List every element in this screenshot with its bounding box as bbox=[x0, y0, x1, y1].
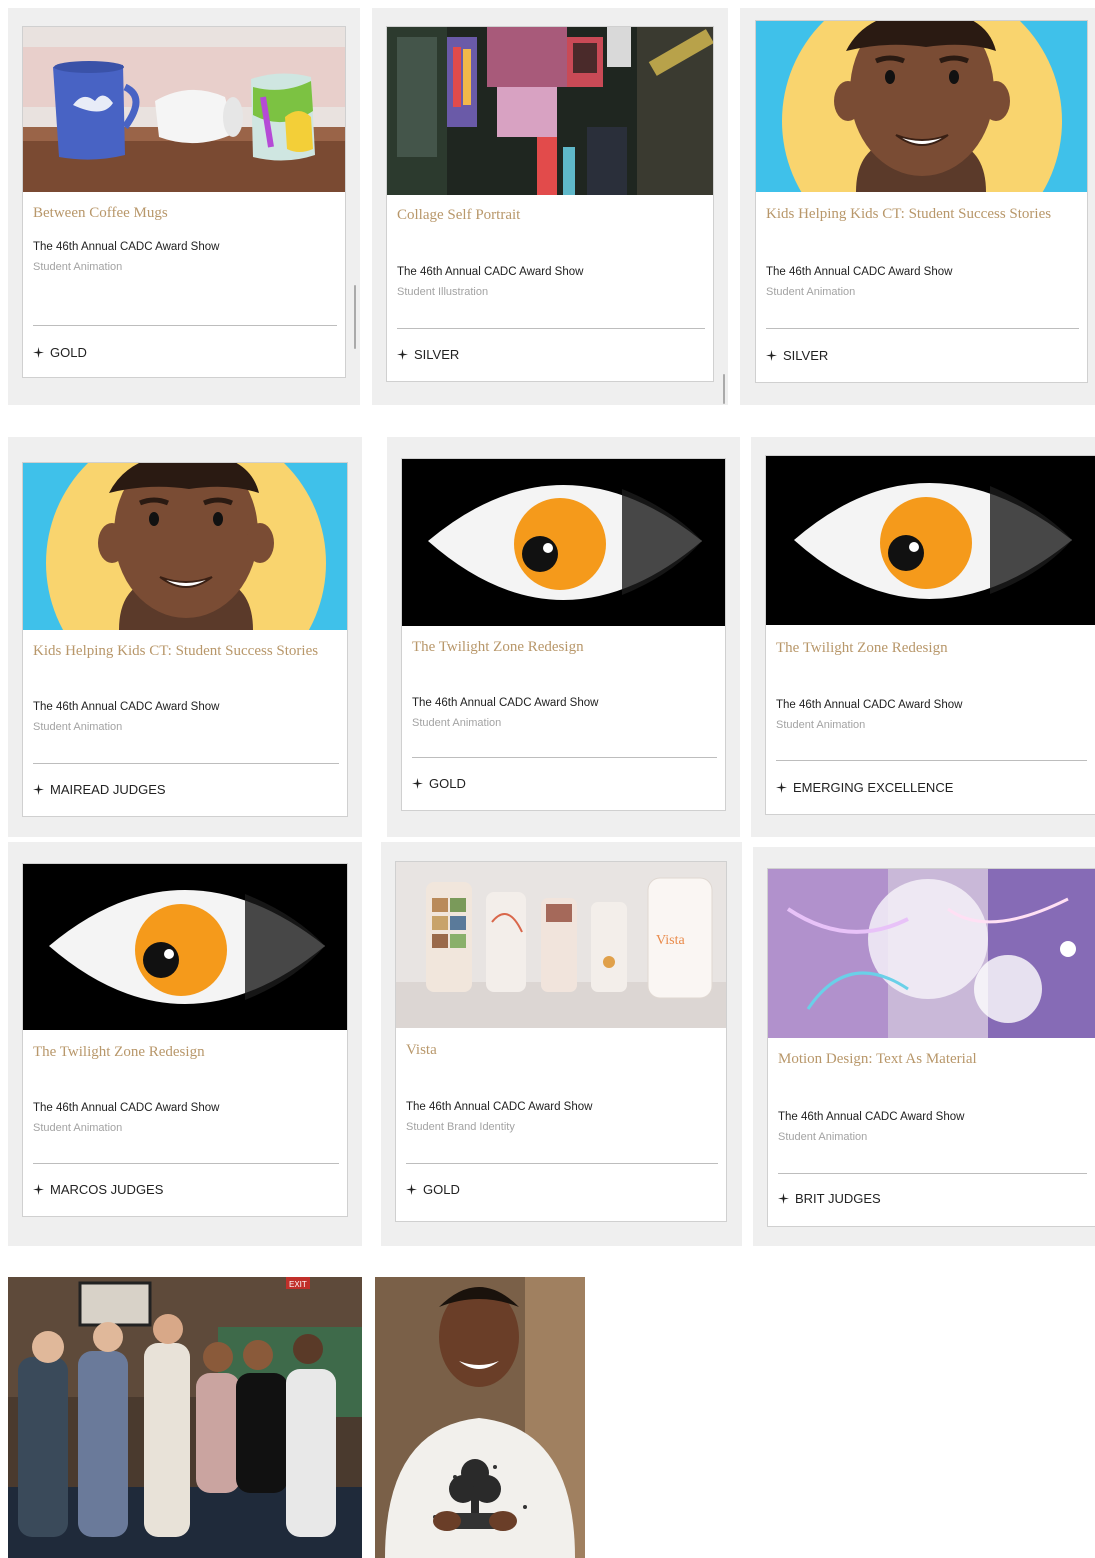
divider bbox=[33, 325, 337, 326]
thumbnail-kid[interactable] bbox=[756, 21, 1087, 192]
thumbnail-eye[interactable] bbox=[402, 459, 725, 626]
award-text: GOLD bbox=[429, 776, 466, 791]
award-text: GOLD bbox=[423, 1182, 460, 1197]
thumbnail-kid[interactable] bbox=[23, 463, 347, 630]
vista-logo-text: Vista bbox=[656, 933, 685, 948]
show-name: The 46th Annual CADC Award Show bbox=[766, 266, 953, 278]
show-name: The 46th Annual CADC Award Show bbox=[33, 241, 220, 253]
show-name: The 46th Annual CADC Award Show bbox=[412, 697, 599, 709]
award-label: MAIREAD JUDGES bbox=[33, 782, 166, 797]
award-text: BRIT JUDGES bbox=[795, 1191, 881, 1206]
exit-sign-text: EXIT bbox=[289, 1280, 307, 1289]
show-name: The 46th Annual CADC Award Show bbox=[776, 699, 963, 711]
show-name: The 46th Annual CADC Award Show bbox=[33, 1102, 220, 1114]
thumbnail-eye[interactable] bbox=[23, 864, 347, 1030]
thumbnail-mugs[interactable] bbox=[23, 27, 345, 192]
thumbnail-eye[interactable] bbox=[766, 456, 1095, 625]
sparkle-icon bbox=[778, 1193, 789, 1204]
divider bbox=[776, 760, 1087, 761]
award-card[interactable]: Between Coffee Mugs The 46th Annual CADC… bbox=[22, 26, 346, 378]
thumbnail-motion[interactable] bbox=[768, 869, 1095, 1038]
award-text: EMERGING EXCELLENCE bbox=[793, 780, 954, 795]
award-label: GOLD bbox=[412, 776, 466, 791]
card-title[interactable]: The Twilight Zone Redesign bbox=[33, 1044, 339, 1061]
award-label: BRIT JUDGES bbox=[778, 1191, 881, 1206]
category-label: Student Animation bbox=[776, 719, 866, 731]
award-text: SILVER bbox=[783, 348, 829, 363]
category-label: Student Animation bbox=[33, 1122, 123, 1134]
category-label: Student Brand Identity bbox=[406, 1121, 515, 1133]
divider bbox=[397, 328, 705, 329]
award-card[interactable]: The Twilight Zone Redesign The 46th Annu… bbox=[22, 863, 348, 1217]
show-name: The 46th Annual CADC Award Show bbox=[397, 266, 584, 278]
award-text: GOLD bbox=[50, 345, 87, 360]
card-title[interactable]: The Twilight Zone Redesign bbox=[776, 640, 1087, 657]
award-card[interactable]: The Twilight Zone Redesign The 46th Annu… bbox=[765, 455, 1095, 815]
sparkle-icon bbox=[776, 782, 787, 793]
award-label: MARCOS JUDGES bbox=[33, 1182, 163, 1197]
award-label: GOLD bbox=[406, 1182, 460, 1197]
divider bbox=[33, 763, 339, 764]
card-title[interactable]: Kids Helping Kids CT: Student Success St… bbox=[33, 643, 339, 660]
card-title[interactable]: Vista bbox=[406, 1042, 718, 1059]
group-photo: EXIT bbox=[8, 1277, 362, 1558]
single-photo bbox=[375, 1277, 585, 1558]
award-label: SILVER bbox=[397, 347, 459, 362]
sparkle-icon bbox=[766, 350, 777, 361]
award-text: MARCOS JUDGES bbox=[50, 1182, 164, 1197]
award-card[interactable]: Motion Design: Text As Material The 46th… bbox=[767, 868, 1095, 1227]
card-title[interactable]: Collage Self Portrait bbox=[397, 207, 705, 224]
divider bbox=[33, 1163, 339, 1164]
award-card[interactable]: Collage Self Portrait The 46th Annual CA… bbox=[386, 26, 714, 382]
category-label: Student Animation bbox=[766, 286, 856, 298]
scrollbar[interactable] bbox=[723, 374, 725, 404]
show-name: The 46th Annual CADC Award Show bbox=[33, 701, 220, 713]
category-label: Student Animation bbox=[33, 261, 123, 273]
scrollbar[interactable] bbox=[354, 285, 356, 349]
show-name: The 46th Annual CADC Award Show bbox=[778, 1111, 965, 1123]
award-label: EMERGING EXCELLENCE bbox=[776, 780, 953, 795]
divider bbox=[412, 757, 717, 758]
divider bbox=[406, 1163, 718, 1164]
card-title[interactable]: The Twilight Zone Redesign bbox=[412, 639, 717, 656]
thumbnail-vista[interactable]: Vista bbox=[396, 862, 726, 1028]
category-label: Student Animation bbox=[412, 717, 502, 729]
sparkle-icon bbox=[406, 1184, 417, 1195]
divider bbox=[778, 1173, 1087, 1174]
sparkle-icon bbox=[412, 778, 423, 789]
category-label: Student Animation bbox=[33, 721, 123, 733]
sparkle-icon bbox=[33, 784, 44, 795]
sparkle-icon bbox=[33, 1184, 44, 1195]
category-label: Student Animation bbox=[778, 1131, 868, 1143]
divider bbox=[766, 328, 1079, 329]
award-label: SILVER bbox=[766, 348, 828, 363]
card-title[interactable]: Motion Design: Text As Material bbox=[778, 1051, 1087, 1068]
award-card[interactable]: The Twilight Zone Redesign The 46th Annu… bbox=[401, 458, 726, 811]
show-name: The 46th Annual CADC Award Show bbox=[406, 1101, 593, 1113]
sparkle-icon bbox=[33, 347, 44, 358]
award-text: MAIREAD JUDGES bbox=[50, 782, 166, 797]
award-label: GOLD bbox=[33, 345, 87, 360]
award-card[interactable]: Vista Vista The 46th Annual CADC Award S… bbox=[395, 861, 727, 1222]
award-text: SILVER bbox=[414, 347, 460, 362]
award-card[interactable]: Kids Helping Kids CT: Student Success St… bbox=[22, 462, 348, 817]
sparkle-icon bbox=[397, 349, 408, 360]
card-title[interactable]: Between Coffee Mugs bbox=[33, 205, 337, 222]
award-card[interactable]: Kids Helping Kids CT: Student Success St… bbox=[755, 20, 1088, 383]
card-title[interactable]: Kids Helping Kids CT: Student Success St… bbox=[766, 206, 1079, 223]
thumbnail-collage[interactable] bbox=[387, 27, 713, 195]
category-label: Student Illustration bbox=[397, 286, 489, 298]
